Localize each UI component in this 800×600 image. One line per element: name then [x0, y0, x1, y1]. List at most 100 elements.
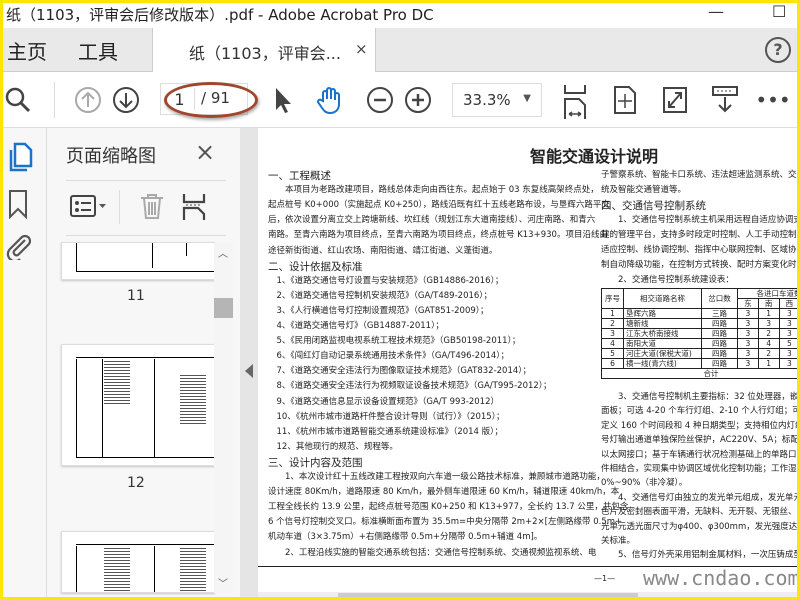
table-row: 2塘新线四路3333	[601, 318, 800, 329]
table-cell: 四路	[701, 348, 738, 359]
paragraph-line: 设计速度 80Km/h，道路限速 80 Km/h，最外侧车道限速 60 Km/h…	[268, 487, 620, 498]
paragraph-line: 1、本次设计红十五线改建工程按双向六车道一级公路技术标准，兼顾城市道路功能，	[268, 472, 605, 482]
close-tab-button[interactable]: ×	[355, 40, 368, 58]
paragraph-line: 10、《杭州市城市道路杆件整合设计导则（试行）》（2015）；	[268, 411, 505, 422]
table-cell: 3	[778, 308, 800, 319]
page-number-footer: —1—	[594, 574, 616, 583]
scrollbar-thumb[interactable]	[214, 298, 233, 318]
paragraph-line: 8、《道路交通安全违法行为视频取证设备技术规范》（GA/T995-2012）；	[268, 381, 552, 392]
thumbnail-options-icon[interactable]	[69, 194, 109, 222]
paragraph-line: 子警察系统、智能卡口系统、违法超速监测系统、交通	[601, 170, 800, 180]
paragraph-line: 定义 160 个时间段和 4 种日期类型；支持相位内灯组迟	[601, 420, 800, 431]
fit-width-icon[interactable]	[559, 82, 591, 120]
insert-page-icon[interactable]	[182, 192, 206, 224]
zoom-out-icon[interactable]	[364, 84, 396, 116]
paragraph-line: 9、《道路交通信息显示设备设置规范》（GA/T 993-2012）	[268, 396, 500, 407]
search-icon[interactable]	[2, 84, 34, 116]
table-row: 1垦辉六路三路3131	[601, 308, 800, 319]
divider	[54, 82, 55, 118]
table-header: 西	[778, 298, 800, 309]
table-row: 3江东大桥南接线四路3233	[601, 328, 800, 339]
divider	[119, 190, 120, 224]
tab-bar: 主页 工具 纸（1103，评审会... × ?	[0, 28, 800, 73]
table-cell: 1	[757, 308, 780, 319]
table-header: 东	[737, 298, 759, 309]
zoom-in-icon[interactable]	[402, 84, 434, 116]
table-cell: 3	[737, 318, 759, 329]
delete-page-icon[interactable]	[139, 192, 165, 224]
attachments-icon[interactable]	[5, 232, 32, 264]
tab-home[interactable]: 主页	[7, 36, 47, 65]
page-thumbnail[interactable]	[61, 531, 215, 593]
section-heading: 四、交通信号控制系统	[601, 200, 706, 212]
zoom-level-select[interactable]: 33.3% ▼	[452, 83, 542, 117]
table-header: 序号	[601, 288, 624, 309]
scroll-down-icon[interactable]: ﹀	[218, 575, 228, 590]
table-cell: 4	[757, 338, 780, 349]
table-cell: 4	[601, 338, 624, 349]
maximize-button[interactable]: ☐	[772, 2, 786, 21]
close-panel-button[interactable]: ×	[195, 138, 215, 166]
table-cell: 江东大桥南接线	[623, 328, 702, 339]
section-heading: 三、设计内容及范围	[268, 456, 363, 469]
scroll-up-icon[interactable]: ︿	[218, 245, 228, 260]
page-thumbnails-panel: 页面缩略图 × 11 12 ︿ ﹀	[47, 128, 240, 600]
paragraph-line: 4、交通信号灯由独立的发光单元组成，发光单元：	[601, 492, 800, 503]
collapse-panel-button[interactable]	[240, 128, 258, 600]
table-cell: 3	[737, 348, 759, 359]
paragraph-line: 本项目为老路改建项目，路线总体走向由西往东。起点始于 03 东复线高架终点处，	[268, 185, 599, 196]
table-row: 5河庄大道(保税大道)四路3233	[601, 348, 800, 359]
table-total: 合计	[601, 368, 800, 379]
paragraph-line: 号灯输出通道单独保险丝保护，AC220V、5A；标配 1 个	[601, 435, 800, 446]
table-cell: 3	[601, 328, 624, 339]
table-cell: 3	[778, 358, 800, 369]
page-thumbnail[interactable]	[61, 344, 215, 466]
paragraph-line: 0%~90%（非冷凝）。	[601, 478, 688, 489]
paragraph-line: 11、《杭州市城市道路智能交通系统建设标准》（2014 版）；	[268, 426, 503, 437]
toolbar: / 91 33.3%▼ •••	[0, 72, 800, 128]
table-cell: 河庄大道(保税大道)	[623, 348, 702, 359]
table-cell: 3	[757, 318, 780, 329]
table-cell: 四路	[701, 318, 738, 329]
thumbnail-scrollbar[interactable]: ︿ ﹀	[214, 243, 233, 593]
page-thumbnail[interactable]	[61, 242, 215, 280]
table-header: 各进口车道数	[737, 288, 800, 299]
sidebar-icon-strip	[0, 128, 47, 600]
page-thumbnails-icon[interactable]	[7, 142, 33, 176]
paragraph-line: 4、《道路交通信号灯》（GB14887-2011）；	[268, 321, 444, 331]
table-row: 6横一线(青六线)四路3131	[601, 358, 800, 369]
table-cell: 5	[778, 338, 800, 349]
table-cell: 3	[778, 348, 800, 359]
paragraph-line: 后，依次设置分离立交上跨塘新线、坎红线（规划江东大道南接线）、河庄南路、和青六	[268, 215, 596, 226]
more-options-icon[interactable]: •••	[755, 84, 790, 116]
horizontal-scrollbar[interactable]	[258, 592, 800, 600]
paragraph-line: 7、《道路交通安全违法行为图像取证技术规范》（GAT832-2014）；	[268, 366, 532, 377]
paragraph-line: 5、信号灯外壳采用铝制金属材料，一次压铸成型	[601, 550, 800, 561]
paragraph-line: 建的管理平台，支持多时段定时控制、人工手动控制、	[601, 230, 800, 240]
next-page-icon[interactable]	[110, 84, 142, 116]
hand-tool-icon[interactable]	[314, 84, 346, 116]
select-cursor-icon[interactable]	[266, 84, 298, 116]
table-cell: 3	[778, 318, 800, 329]
fit-page-icon[interactable]	[609, 84, 641, 116]
paragraph-line: 5、《民用闭路监视电视系统工程技术规范》（GB50198-2011）；	[268, 336, 521, 347]
previous-page-icon[interactable]	[72, 84, 104, 116]
scrollbar-thumb[interactable]	[338, 593, 638, 599]
paragraph-line: 1、《道路交通信号灯设置与安装规范》（GB14886-2016）；	[268, 275, 504, 286]
minimize-button[interactable]: —	[708, 2, 724, 21]
full-screen-icon[interactable]	[659, 84, 691, 116]
thumbnail-page-number: 11	[127, 288, 145, 304]
table-cell: 2	[757, 348, 780, 359]
chevron-down-icon: ▼	[523, 93, 531, 104]
document-view[interactable]: 智能交通设计说明 序号 相交道路名称 岔口数 各进口车道数 东南西北 1垦辉六路…	[258, 128, 800, 592]
window-title: 纸（1103，评审会后修改版本）.pdf - Adobe Acrobat Pro…	[6, 6, 434, 24]
help-button[interactable]: ?	[765, 37, 791, 63]
paragraph-line: 12、其他现行的规范、规程等。	[268, 441, 398, 452]
bookmarks-icon[interactable]	[7, 189, 29, 223]
scroll-mode-icon[interactable]	[709, 84, 741, 116]
paragraph-line: 制自动降级功能，在控制方式转换、配时方案变化时，	[601, 260, 800, 270]
tab-document[interactable]: 纸（1103，评审会... ×	[152, 28, 376, 73]
paragraph-line: 2、《道路交通信号控制机安装规范》（GA/T489-2016）；	[268, 290, 493, 301]
tab-tools[interactable]: 工具	[78, 36, 118, 65]
paragraph-line: 关标准。	[601, 536, 636, 546]
